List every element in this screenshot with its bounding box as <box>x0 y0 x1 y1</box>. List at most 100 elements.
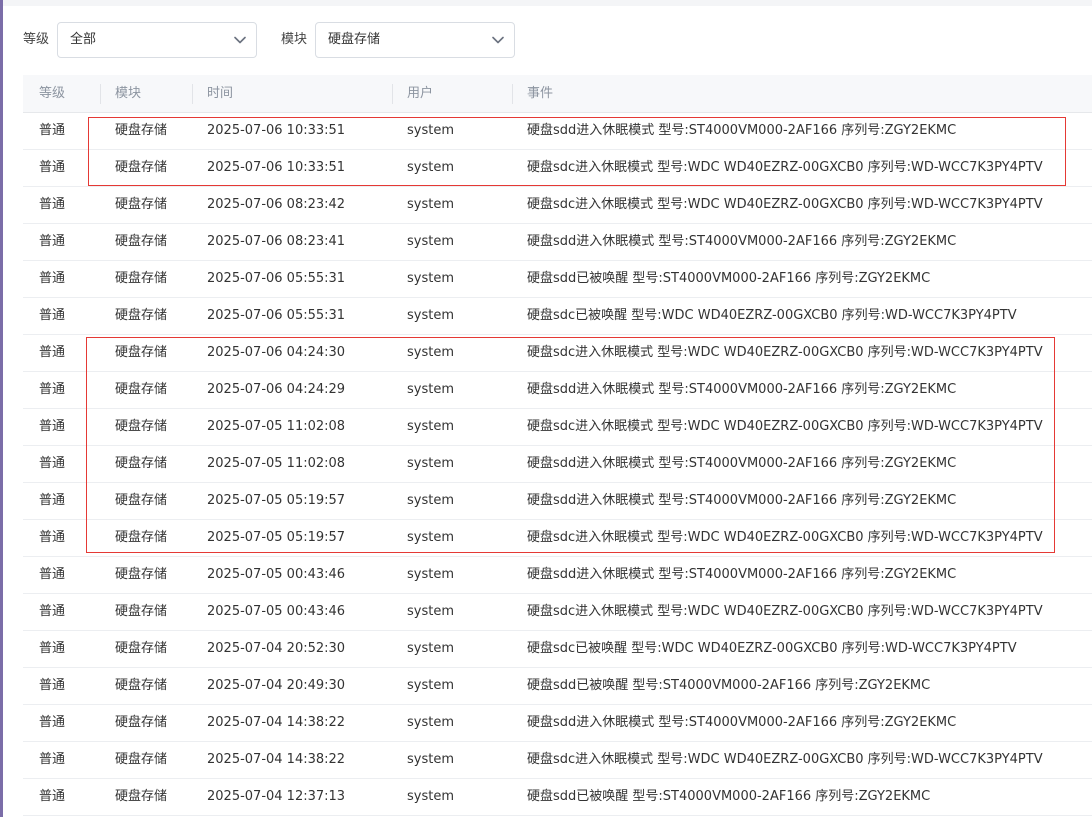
cell-event: 硬盘sdd进入休眠模式 型号:ST4000VM000-2AF166 序列号:ZG… <box>527 567 957 582</box>
cell-level: 普通 <box>39 308 66 323</box>
cell-event: 硬盘sdd已被唤醒 型号:ST4000VM000-2AF166 序列号:ZGY2… <box>527 678 931 693</box>
cell-level: 普通 <box>39 567 66 582</box>
header-time[interactable]: 时间 <box>207 75 233 113</box>
table-row[interactable]: 普通 硬盘存储 2025-07-06 05:55:31 system 硬盘sdd已被唤醒… <box>23 261 1092 298</box>
cell-event: 硬盘sdc进入休眠模式 型号:WDC WD40EZRZ-00GXCB0 序列号:… <box>527 197 1043 212</box>
cell-level: 普通 <box>39 419 66 434</box>
table-header: 等级 模块 时间 用户 事件 <box>23 75 1092 113</box>
cell-user: system <box>407 419 454 434</box>
table-row[interactable]: 普通 硬盘存储 2025-07-06 04:24:30 system 硬盘sdc进入休眠… <box>23 335 1092 372</box>
cell-time: 2025-07-04 14:38:22 <box>207 715 346 730</box>
cell-user: system <box>407 345 454 360</box>
cell-event: 硬盘sdc已被唤醒 型号:WDC WD40EZRZ-00GXCB0 序列号:WD… <box>527 641 1017 656</box>
cell-event: 硬盘sdd已被唤醒 型号:ST4000VM000-2AF166 序列号:ZGY2… <box>527 789 931 804</box>
cell-time: 2025-07-04 20:52:30 <box>207 641 346 656</box>
cell-time: 2025-07-06 04:24:29 <box>207 382 346 397</box>
cell-level: 普通 <box>39 789 66 804</box>
table-row[interactable]: 普通 硬盘存储 2025-07-04 14:38:22 system 硬盘sdd进入休眠… <box>23 705 1092 742</box>
cell-user: system <box>407 789 454 804</box>
cell-user: system <box>407 382 454 397</box>
header-divider <box>100 84 101 104</box>
table-row[interactable]: 普通 硬盘存储 2025-07-04 20:52:30 system 硬盘sdc已被唤醒… <box>23 631 1092 668</box>
cell-user: system <box>407 530 454 545</box>
cell-module: 硬盘存储 <box>115 123 168 138</box>
cell-module: 硬盘存储 <box>115 419 168 434</box>
cell-module: 硬盘存储 <box>115 493 168 508</box>
cell-time: 2025-07-04 12:37:13 <box>207 789 346 804</box>
level-select-value: 全部 <box>70 32 97 47</box>
cell-level: 普通 <box>39 345 66 360</box>
cell-event: 硬盘sdd进入休眠模式 型号:ST4000VM000-2AF166 序列号:ZG… <box>527 715 957 730</box>
cell-event: 硬盘sdc进入休眠模式 型号:WDC WD40EZRZ-00GXCB0 序列号:… <box>527 530 1043 545</box>
cell-level: 普通 <box>39 678 66 693</box>
table-row[interactable]: 普通 硬盘存储 2025-07-05 11:02:08 system 硬盘sdd进入休眠… <box>23 446 1092 483</box>
cell-time: 2025-07-05 05:19:57 <box>207 493 346 508</box>
table-row[interactable]: 普通 硬盘存储 2025-07-06 08:23:41 system 硬盘sdd进入休眠… <box>23 224 1092 261</box>
cell-time: 2025-07-04 20:49:30 <box>207 678 346 693</box>
cell-time: 2025-07-05 11:02:08 <box>207 419 346 434</box>
filter-bar: 等级 全部 模块 硬盘存储 <box>23 22 516 58</box>
table-row[interactable]: 普通 硬盘存储 2025-07-05 00:43:46 system 硬盘sdd进入休眠… <box>23 557 1092 594</box>
cell-event: 硬盘sdc进入休眠模式 型号:WDC WD40EZRZ-00GXCB0 序列号:… <box>527 752 1043 767</box>
cell-level: 普通 <box>39 752 66 767</box>
sidebar-edge <box>0 0 3 817</box>
cell-user: system <box>407 752 454 767</box>
cell-user: system <box>407 271 454 286</box>
table-row[interactable]: 普通 硬盘存储 2025-07-06 04:24:29 system 硬盘sdd进入休眠… <box>23 372 1092 409</box>
cell-time: 2025-07-06 10:33:51 <box>207 123 346 138</box>
cell-time: 2025-07-05 05:19:57 <box>207 530 346 545</box>
table-row[interactable]: 普通 硬盘存储 2025-07-04 20:49:30 system 硬盘sdd已被唤醒… <box>23 668 1092 705</box>
cell-level: 普通 <box>39 715 66 730</box>
cell-user: system <box>407 715 454 730</box>
table-row[interactable]: 普通 硬盘存储 2025-07-05 00:43:46 system 硬盘sdc进入休眠… <box>23 594 1092 631</box>
cell-module: 硬盘存储 <box>115 345 168 360</box>
header-user[interactable]: 用户 <box>407 75 433 113</box>
cell-module: 硬盘存储 <box>115 789 168 804</box>
cell-event: 硬盘sdc进入休眠模式 型号:WDC WD40EZRZ-00GXCB0 序列号:… <box>527 604 1043 619</box>
cell-user: system <box>407 123 454 138</box>
module-select[interactable]: 硬盘存储 <box>315 22 516 58</box>
header-module[interactable]: 模块 <box>115 75 141 113</box>
cell-time: 2025-07-05 11:02:08 <box>207 456 346 471</box>
cell-event: 硬盘sdc进入休眠模式 型号:WDC WD40EZRZ-00GXCB0 序列号:… <box>527 160 1043 175</box>
cell-module: 硬盘存储 <box>115 641 168 656</box>
cell-level: 普通 <box>39 160 66 175</box>
header-event[interactable]: 事件 <box>527 75 553 113</box>
cell-level: 普通 <box>39 271 66 286</box>
chevron-down-icon <box>492 23 504 57</box>
log-table: 等级 模块 时间 用户 事件 普通 硬盘存储 2025-07-06 10:33:51… <box>23 75 1092 816</box>
cell-event: 硬盘sdc进入休眠模式 型号:WDC WD40EZRZ-00GXCB0 序列号:… <box>527 419 1043 434</box>
cell-time: 2025-07-06 08:23:41 <box>207 234 346 249</box>
table-row[interactable]: 普通 硬盘存储 2025-07-05 05:19:57 system 硬盘sdd进入休眠… <box>23 483 1092 520</box>
cell-level: 普通 <box>39 493 66 508</box>
table-row[interactable]: 普通 硬盘存储 2025-07-05 05:19:57 system 硬盘sdc进入休眠… <box>23 520 1092 557</box>
cell-level: 普通 <box>39 604 66 619</box>
cell-event: 硬盘sdc已被唤醒 型号:WDC WD40EZRZ-00GXCB0 序列号:WD… <box>527 308 1017 323</box>
header-divider <box>512 84 513 104</box>
cell-event: 硬盘sdd进入休眠模式 型号:ST4000VM000-2AF166 序列号:ZG… <box>527 123 957 138</box>
cell-event: 硬盘sdd进入休眠模式 型号:ST4000VM000-2AF166 序列号:ZG… <box>527 456 957 471</box>
cell-module: 硬盘存储 <box>115 567 168 582</box>
level-select[interactable]: 全部 <box>57 22 258 58</box>
table-row[interactable]: 普通 硬盘存储 2025-07-06 05:55:31 system 硬盘sdc已被唤醒… <box>23 298 1092 335</box>
table-row[interactable]: 普通 硬盘存储 2025-07-04 12:37:13 system 硬盘sdd已被唤醒… <box>23 779 1092 816</box>
cell-time: 2025-07-05 00:43:46 <box>207 604 346 619</box>
cell-event: 硬盘sdd进入休眠模式 型号:ST4000VM000-2AF166 序列号:ZG… <box>527 382 957 397</box>
cell-event: 硬盘sdd进入休眠模式 型号:ST4000VM000-2AF166 序列号:ZG… <box>527 234 957 249</box>
table-row[interactable]: 普通 硬盘存储 2025-07-05 11:02:08 system 硬盘sdc进入休眠… <box>23 409 1092 446</box>
header-divider <box>392 84 393 104</box>
cell-module: 硬盘存储 <box>115 752 168 767</box>
cell-time: 2025-07-06 10:33:51 <box>207 160 346 175</box>
cell-module: 硬盘存储 <box>115 234 168 249</box>
table-row[interactable]: 普通 硬盘存储 2025-07-06 08:23:42 system 硬盘sdc进入休眠… <box>23 187 1092 224</box>
cell-level: 普通 <box>39 641 66 656</box>
cell-user: system <box>407 308 454 323</box>
table-row[interactable]: 普通 硬盘存储 2025-07-06 10:33:51 system 硬盘sdc进入休眠… <box>23 150 1092 187</box>
header-level[interactable]: 等级 <box>39 75 65 113</box>
table-row[interactable]: 普通 硬盘存储 2025-07-06 10:33:51 system 硬盘sdd进入休眠… <box>23 113 1092 150</box>
cell-module: 硬盘存储 <box>115 715 168 730</box>
table-body: 普通 硬盘存储 2025-07-06 10:33:51 system 硬盘sdd进入休眠… <box>23 113 1092 816</box>
cell-module: 硬盘存储 <box>115 456 168 471</box>
cell-time: 2025-07-06 08:23:42 <box>207 197 346 212</box>
table-row[interactable]: 普通 硬盘存储 2025-07-04 14:38:22 system 硬盘sdc进入休眠… <box>23 742 1092 779</box>
